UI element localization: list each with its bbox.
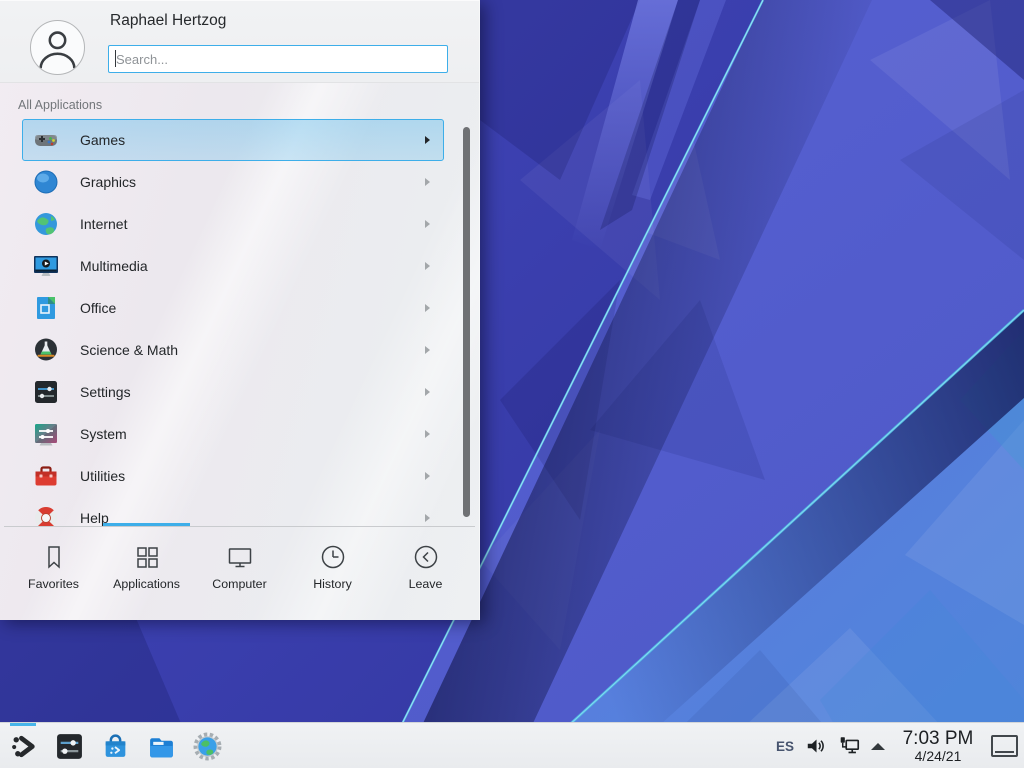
search-input[interactable]	[108, 45, 448, 73]
keyboard-layout-indicator[interactable]: ES	[769, 739, 801, 754]
category-label: Office	[80, 300, 116, 316]
chevron-right-icon	[425, 262, 430, 270]
category-label: Internet	[80, 216, 127, 232]
kickoff-launcher-icon	[9, 732, 38, 761]
chevron-right-icon	[425, 514, 430, 522]
user-name: Raphael Hertzog	[110, 12, 226, 30]
category-settings[interactable]: Settings	[22, 371, 444, 413]
tab-label: Computer	[212, 577, 266, 591]
tab-history[interactable]: History	[286, 527, 379, 613]
taskbar-panel: ES 7:03 PM 4/2	[0, 722, 1024, 768]
clock-date: 4/24/21	[915, 749, 962, 764]
network-icon[interactable]	[836, 733, 862, 759]
expand-tray-arrow-icon[interactable]	[871, 743, 885, 750]
user-icon	[31, 21, 84, 74]
launcher-tabbar: Favorites Applications Computer History	[7, 527, 472, 613]
sliders-icon	[33, 379, 59, 405]
show-desktop-button[interactable]	[991, 735, 1018, 757]
category-label: Multimedia	[80, 258, 148, 274]
text-caret	[115, 50, 116, 67]
app-grid-icon	[133, 543, 161, 571]
category-office[interactable]: Office	[22, 287, 444, 329]
application-launcher-button[interactable]	[4, 723, 42, 768]
document-icon	[33, 295, 59, 321]
category-utilities[interactable]: Utilities	[22, 455, 444, 497]
category-multimedia[interactable]: Multimedia	[22, 245, 444, 287]
folder-icon	[147, 732, 176, 761]
clock-time: 7:03 PM	[903, 729, 974, 749]
tab-computer[interactable]: Computer	[193, 527, 286, 613]
category-help[interactable]: Help	[22, 497, 444, 526]
software-bag-icon	[101, 732, 130, 761]
leave-circle-icon	[412, 543, 440, 571]
category-label: System	[80, 426, 127, 442]
discover-software-button[interactable]	[96, 723, 134, 768]
globe-icon	[33, 211, 59, 237]
gamepad-icon	[33, 127, 59, 153]
application-launcher-popup: Raphael Hertzog All Applications	[0, 0, 480, 620]
tab-label: History	[313, 577, 352, 591]
chevron-right-icon	[425, 178, 430, 186]
tab-applications[interactable]: Applications	[100, 527, 193, 613]
category-label: Settings	[80, 384, 131, 400]
paint-sphere-icon	[33, 169, 59, 195]
tab-label: Favorites	[28, 577, 79, 591]
chevron-right-icon	[425, 472, 430, 480]
system-settings-button[interactable]	[50, 723, 88, 768]
category-science-math[interactable]: Science & Math	[22, 329, 444, 371]
launcher-header: Raphael Hertzog	[0, 1, 479, 83]
chevron-right-icon	[425, 346, 430, 354]
category-list: Games Graphics	[0, 115, 458, 526]
monitor-icon	[226, 543, 254, 571]
category-internet[interactable]: Internet	[22, 203, 444, 245]
settings-sliders-icon	[55, 732, 84, 761]
flask-icon	[33, 337, 59, 363]
system-tray: ES 7:03 PM 4/2	[769, 723, 1018, 768]
category-label: Science & Math	[80, 342, 178, 358]
category-label: Utilities	[80, 468, 125, 484]
file-manager-button[interactable]	[142, 723, 180, 768]
tab-label: Leave	[409, 577, 443, 591]
chevron-right-icon	[425, 388, 430, 396]
lifebuoy-icon	[33, 505, 59, 526]
media-screen-icon	[33, 253, 59, 279]
chevron-right-icon	[425, 220, 430, 228]
category-label: Games	[80, 132, 125, 148]
digital-clock[interactable]: 7:03 PM 4/24/21	[895, 729, 981, 764]
web-browser-button[interactable]	[188, 723, 226, 768]
category-system[interactable]: System	[22, 413, 444, 455]
category-label: Graphics	[80, 174, 136, 190]
user-avatar[interactable]	[30, 20, 85, 75]
toolbox-icon	[33, 463, 59, 489]
chevron-right-icon	[425, 430, 430, 438]
tab-leave[interactable]: Leave	[379, 527, 472, 613]
system-sliders-icon	[33, 421, 59, 447]
bookmark-icon	[40, 543, 68, 571]
category-graphics[interactable]: Graphics	[22, 161, 444, 203]
desktop: Raphael Hertzog All Applications	[0, 0, 1024, 768]
globe-gear-icon	[193, 732, 222, 761]
volume-icon[interactable]	[804, 733, 830, 759]
section-label: All Applications	[18, 98, 102, 112]
tab-label: Applications	[113, 577, 180, 591]
category-games[interactable]: Games	[22, 119, 444, 161]
scrollbar-thumb[interactable]	[463, 127, 470, 517]
tab-favorites[interactable]: Favorites	[7, 527, 100, 613]
chevron-right-icon	[425, 136, 430, 144]
clock-icon	[319, 543, 347, 571]
chevron-right-icon	[425, 304, 430, 312]
